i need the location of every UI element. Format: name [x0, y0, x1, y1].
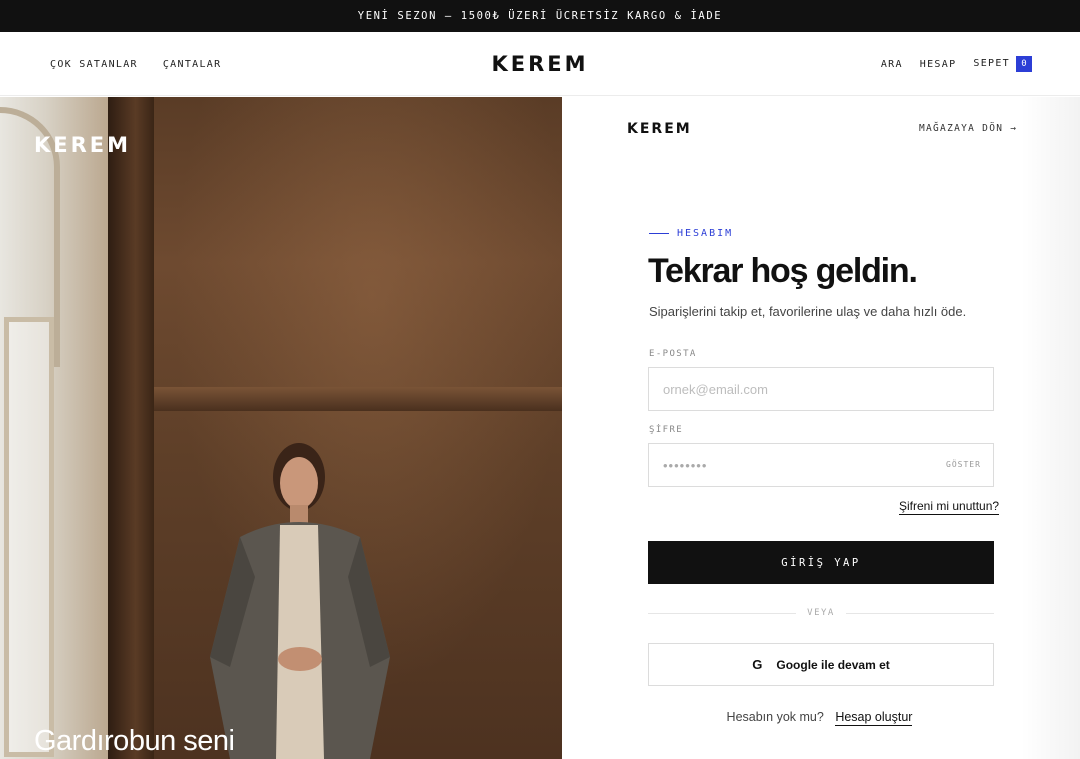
panel-logo[interactable]: KEREM: [627, 121, 692, 137]
divider-left: [648, 613, 796, 614]
password-label: ŞİFRE: [649, 425, 684, 435]
hero-image: KEREM Gardırobun seni: [0, 97, 562, 759]
email-field[interactable]: [648, 367, 994, 411]
signup-row: Hesabın yok mu? Hesap oluştur: [563, 710, 1080, 726]
account-link[interactable]: HESAP: [920, 59, 957, 70]
primary-nav: ÇOK SATANLAR ÇANTALAR: [50, 32, 221, 96]
cart-link[interactable]: SEPET 0: [973, 56, 1032, 72]
cart-count-badge: 0: [1016, 56, 1032, 72]
search-link[interactable]: ARA: [881, 59, 903, 70]
google-login-button[interactable]: G Google ile devam et: [648, 643, 994, 686]
model-figure: [210, 443, 390, 759]
google-login-label: Google ile devam et: [776, 657, 890, 672]
hero-brand: KEREM: [34, 133, 132, 157]
signup-link[interactable]: Hesap oluştur: [835, 710, 913, 726]
announcement-bar: YENİ SEZON — 1500₺ ÜZERİ ÜCRETSİZ KARGO …: [0, 0, 1080, 32]
eyebrow-label: HESABIM: [677, 228, 734, 239]
window-frame: [4, 317, 54, 757]
email-label: E-POSTA: [649, 349, 697, 359]
login-panel: KEREM MAĞAZAYA DÖN → HESABIM Tekrar hoş …: [563, 97, 1080, 759]
hero-caption: Gardırobun seni: [34, 725, 235, 757]
google-icon: G: [752, 657, 763, 672]
back-to-store-link[interactable]: MAĞAZAYA DÖN →: [919, 123, 1017, 134]
nav-link-bags[interactable]: ÇANTALAR: [163, 59, 222, 70]
site-header: KEREM ÇOK SATANLAR ÇANTALAR ARA HESAP SE…: [0, 32, 1080, 96]
login-button[interactable]: GİRİŞ YAP: [648, 541, 994, 584]
show-password-button[interactable]: GÖSTER: [946, 460, 981, 469]
signup-prompt: Hesabın yok mu?: [726, 710, 824, 724]
divider-right: [846, 613, 994, 614]
forgot-password-link[interactable]: Şifreni mi unuttun?: [899, 499, 1000, 515]
cart-label: SEPET: [973, 58, 1010, 69]
nav-link-bestsellers[interactable]: ÇOK SATANLAR: [50, 59, 138, 70]
announcement-text: YENİ SEZON — 1500₺ ÜZERİ ÜCRETSİZ KARGO …: [357, 10, 723, 22]
page-subtitle: Siparişlerini takip et, favorilerine ula…: [649, 304, 967, 319]
password-field[interactable]: [648, 443, 994, 487]
eyebrow-rule: [649, 233, 669, 234]
page-title: Tekrar hoş geldin.: [648, 252, 918, 290]
or-separator: VEYA: [807, 608, 835, 618]
utility-nav: ARA HESAP SEPET 0: [881, 32, 1032, 96]
